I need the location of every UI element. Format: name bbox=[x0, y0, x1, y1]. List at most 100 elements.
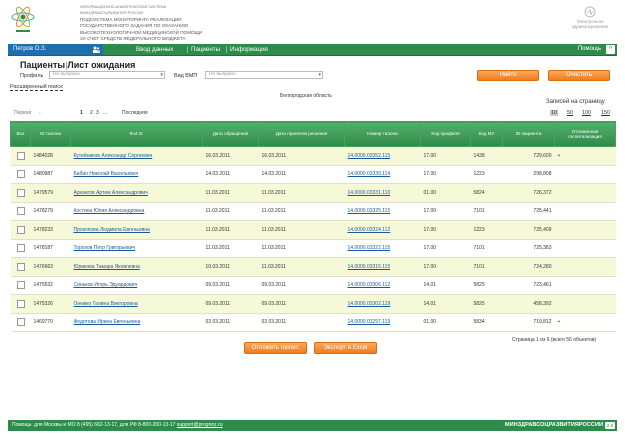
cell-ticket-number-link[interactable]: 14.0000.03297.119 bbox=[344, 313, 421, 332]
nav-patients[interactable]: Пациенты bbox=[191, 44, 220, 55]
cell-patient-name-link[interactable]: Архангов Артем Александрович bbox=[70, 183, 203, 203]
col-request-date[interactable]: Дата обращения bbox=[202, 121, 259, 147]
rpp-option-100[interactable]: 100 bbox=[582, 110, 591, 116]
pager-last[interactable]: Последняя bbox=[122, 110, 148, 116]
pager-page-3[interactable]: 3 bbox=[96, 110, 99, 116]
cell-ticket-number-link[interactable]: 14.0000.03352.115 bbox=[344, 146, 421, 166]
table-row[interactable]: 1476663 Юрикова Тамара Яковлевна 10.03.201… bbox=[10, 257, 616, 277]
cell-profile-code: 14.01 bbox=[420, 276, 471, 295]
cell-ticket-number-link[interactable]: 14.0000.03331.110 bbox=[344, 183, 421, 203]
cell-postponed-flag: + bbox=[554, 313, 616, 332]
pager-page-2[interactable]: 2 bbox=[90, 110, 93, 116]
e-health-icon bbox=[584, 6, 596, 18]
col-postponed[interactable]: Отложенная госпитализация bbox=[554, 121, 616, 147]
user-menu[interactable]: Петров О.З. bbox=[8, 44, 103, 55]
cell-patient-name-link[interactable]: Юрикова Тамара Яковлевна bbox=[70, 257, 203, 277]
cell-ticket-id: 1475326 bbox=[30, 294, 71, 314]
row-checkbox[interactable] bbox=[10, 257, 31, 277]
cell-patient-name-link[interactable]: Онежко Галина Викторовна bbox=[70, 294, 203, 314]
col-mu-code[interactable]: Код МУ bbox=[470, 121, 503, 147]
row-checkbox[interactable] bbox=[10, 183, 31, 203]
table-row[interactable]: 1478233 Прокопова Людмила Евгеньевна 11.03… bbox=[10, 220, 616, 240]
pager-first[interactable]: Первая bbox=[14, 110, 31, 116]
cell-patient-name-link[interactable]: Торохов Петр Григорьевич bbox=[70, 239, 203, 258]
col-decision-date[interactable]: Дата принятия решения bbox=[258, 121, 345, 147]
checkbox[interactable] bbox=[16, 170, 25, 179]
postpone-hospitalization-button[interactable]: Отложить госпит. bbox=[244, 342, 307, 354]
col-ticket-id[interactable]: ID талона bbox=[30, 121, 71, 147]
profile-select[interactable]: Не выбрано ▾ bbox=[49, 71, 165, 79]
clear-button[interactable]: Очистить bbox=[548, 70, 610, 81]
cell-ticket-id: 1469770 bbox=[30, 313, 71, 332]
help-link[interactable]: Помощь bbox=[578, 44, 601, 55]
cell-patient-id: 725,441 bbox=[502, 202, 555, 221]
cell-request-date: 11.03.2011 bbox=[202, 220, 259, 240]
cell-ticket-number-link[interactable]: 14.0000.03315.115 bbox=[344, 257, 421, 277]
table-row[interactable]: 1475532 Синьков Игорь Эдуардович 09.03.201… bbox=[10, 276, 616, 295]
row-checkbox[interactable] bbox=[10, 276, 31, 295]
chevron-down-icon: ▾ bbox=[160, 72, 163, 78]
col-name[interactable]: Ф.И.О. bbox=[70, 121, 203, 147]
cell-ticket-number-link[interactable]: 14.0000.03339.114 bbox=[344, 165, 421, 184]
col-select-all[interactable]: Все bbox=[10, 121, 31, 147]
col-ticket-number[interactable]: Номер талона bbox=[344, 121, 421, 147]
support-email-link[interactable]: support@prognoz.ru bbox=[177, 422, 223, 428]
rpp-option-50[interactable]: 50 bbox=[567, 110, 573, 116]
checkbox[interactable] bbox=[16, 225, 25, 234]
row-checkbox[interactable] bbox=[10, 146, 31, 166]
table-row[interactable]: 1484028 Кутейников Александр Сергеевич 16.… bbox=[10, 146, 616, 166]
cell-mu-code: 7101 bbox=[470, 202, 503, 221]
row-checkbox[interactable] bbox=[10, 294, 31, 314]
table-row[interactable]: 1475326 Онежко Галина Викторовна 09.03.201… bbox=[10, 294, 616, 314]
checkbox[interactable] bbox=[16, 299, 25, 308]
cell-patient-name-link[interactable]: Костина Юлия Александровна bbox=[70, 202, 203, 221]
cell-ticket-number-link[interactable]: 14.0000.03306.112 bbox=[344, 276, 421, 295]
checkbox[interactable] bbox=[16, 207, 25, 216]
table-row[interactable]: 1480987 Бабин Николай Васильевич 14.03.201… bbox=[10, 165, 616, 184]
table-row[interactable]: 1478187 Торохов Петр Григорьевич 11.03.201… bbox=[10, 239, 616, 258]
rpp-option-150[interactable]: 150 bbox=[601, 110, 610, 116]
cell-ticket-number-link[interactable]: 14.0000.03325.115 bbox=[344, 202, 421, 221]
checkbox[interactable] bbox=[16, 188, 25, 197]
cell-patient-name-link[interactable]: Синьков Игорь Эдуардович bbox=[70, 276, 203, 295]
checkbox[interactable] bbox=[16, 318, 25, 327]
export-excel-button[interactable]: Экспорт в Excel bbox=[314, 342, 377, 354]
collapse-button[interactable]: ^ bbox=[606, 45, 615, 54]
col-patient-id[interactable]: ID пациента bbox=[502, 121, 555, 147]
cell-ticket-id: 1478187 bbox=[30, 239, 71, 258]
table-row[interactable]: 1479579 Архангов Артем Александрович 11.03… bbox=[10, 183, 616, 203]
cell-patient-name-link[interactable]: Федотова Ирина Евгеньевна bbox=[70, 313, 203, 332]
table-row[interactable]: 1469770 Федотова Ирина Евгеньевна 03.03.20… bbox=[10, 313, 616, 332]
row-checkbox[interactable] bbox=[10, 165, 31, 184]
pager-page-1[interactable]: 1 bbox=[80, 110, 83, 116]
cell-ticket-number-link[interactable]: 14.0000.03322.115 bbox=[344, 239, 421, 258]
cell-patient-id: 725,383 bbox=[502, 239, 555, 258]
col-profile-code[interactable]: Код профиля bbox=[420, 121, 471, 147]
nav-data-entry[interactable]: Ввод данных bbox=[136, 44, 173, 55]
row-checkbox[interactable] bbox=[10, 202, 31, 221]
cell-patient-name-link[interactable]: Кутейников Александр Сергеевич bbox=[70, 146, 203, 166]
cell-ticket-number-link[interactable]: 14.0000.03324.112 bbox=[344, 220, 421, 240]
row-checkbox[interactable] bbox=[10, 239, 31, 258]
row-checkbox[interactable] bbox=[10, 313, 31, 332]
cell-ticket-id: 1480987 bbox=[30, 165, 71, 184]
checkbox[interactable] bbox=[16, 151, 25, 160]
cell-patient-name-link[interactable]: Прокопова Людмила Евгеньевна bbox=[70, 220, 203, 240]
cell-patient-name-link[interactable]: Бабин Николай Васильевич bbox=[70, 165, 203, 184]
cell-ticket-id: 1484028 bbox=[30, 146, 71, 166]
table-row[interactable]: 1478279 Костина Юлия Александровна 11.03.2… bbox=[10, 202, 616, 221]
cell-ticket-number-link[interactable]: 14.0000.03302.119 bbox=[344, 294, 421, 314]
cell-postponed-flag bbox=[554, 276, 616, 295]
checkbox[interactable] bbox=[16, 262, 25, 271]
user-name: Петров О.З. bbox=[13, 46, 47, 52]
row-checkbox[interactable] bbox=[10, 220, 31, 240]
find-button[interactable]: Найти bbox=[477, 70, 539, 81]
vmp-select[interactable]: Не выбрано ▾ bbox=[205, 71, 323, 79]
advanced-search-link[interactable]: Расширенный поиск bbox=[10, 84, 63, 91]
checkbox[interactable] bbox=[16, 244, 25, 253]
rpp-option-10[interactable]: 10 bbox=[550, 110, 558, 116]
pager-prev[interactable]: ← bbox=[38, 110, 43, 116]
checkbox[interactable] bbox=[16, 281, 25, 290]
nav-information[interactable]: Информация bbox=[230, 44, 268, 55]
cell-mu-code: 7101 bbox=[470, 239, 503, 258]
